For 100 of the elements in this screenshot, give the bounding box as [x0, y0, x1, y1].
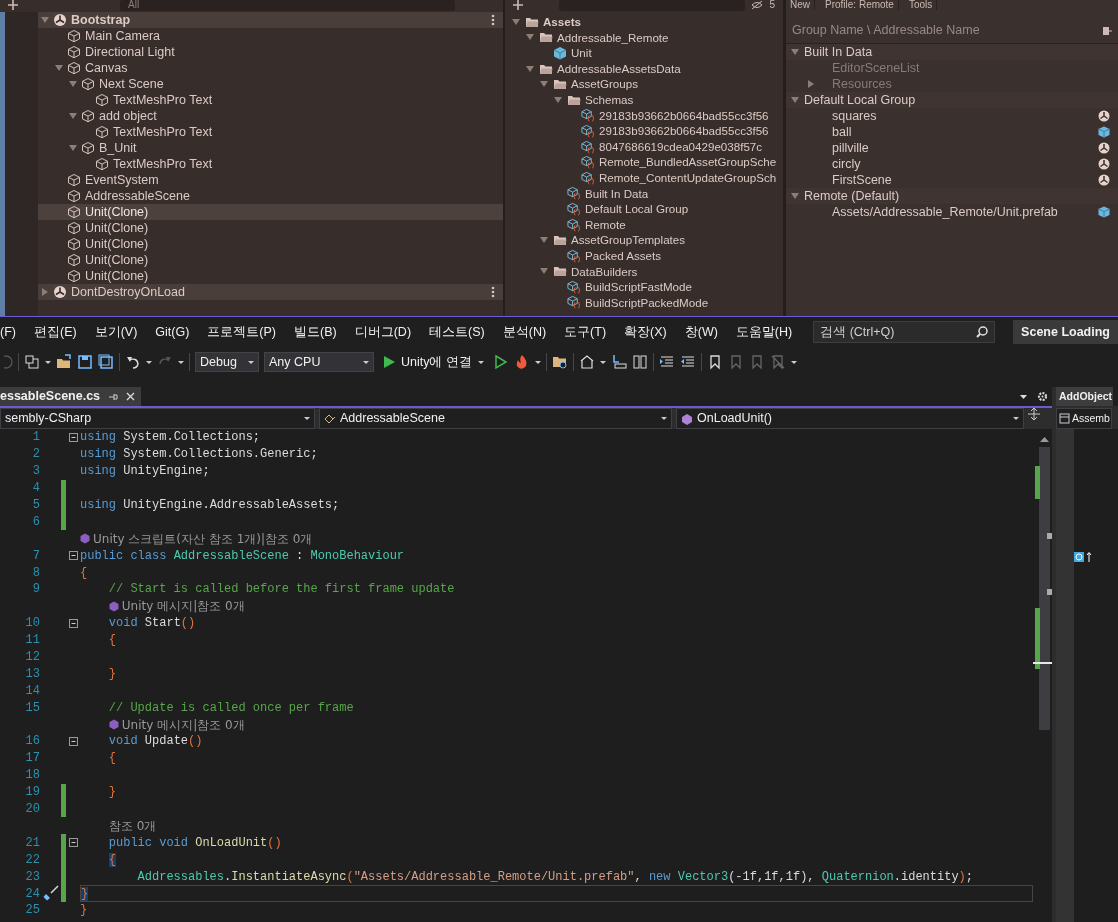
hierarchy-item[interactable]: Unit(Clone) [38, 236, 503, 252]
file-tab[interactable]: AddObject [1056, 387, 1114, 406]
new-item-icon[interactable] [24, 354, 40, 370]
collapse-icon[interactable] [68, 551, 78, 561]
scene-loading-button[interactable]: Scene Loading [1013, 320, 1118, 344]
caret-icon[interactable] [178, 360, 184, 364]
asset-label[interactable]: Packed Assets [585, 247, 662, 265]
menu-item[interactable]: 확장(X) [615, 322, 676, 342]
brush-icon[interactable] [42, 885, 59, 902]
outdent-icon[interactable] [679, 354, 696, 370]
expand-arrow-icon[interactable] [525, 63, 535, 74]
configuration-dropdown[interactable]: Debug [195, 352, 259, 372]
caret-icon[interactable] [45, 360, 51, 364]
play-outline-icon[interactable] [492, 354, 509, 370]
expand-arrow-icon[interactable] [553, 94, 563, 105]
save-all-icon[interactable] [98, 354, 114, 370]
navigation-dropdown[interactable]: sembly-CSharp [0, 408, 315, 429]
hierarchy-item[interactable]: Unit(Clone) [38, 220, 503, 236]
menu-item[interactable]: 테스트(S) [420, 322, 494, 342]
hierarchy-item[interactable]: Canvas [38, 60, 503, 76]
caret-icon[interactable] [599, 360, 606, 364]
menu-item[interactable]: (F) [0, 322, 25, 342]
menu-item[interactable]: 프로젝트(P) [198, 322, 285, 342]
split-icon[interactable] [1028, 408, 1040, 420]
expand-arrow-icon[interactable] [511, 16, 521, 27]
save-icon[interactable] [77, 354, 93, 370]
asset-label[interactable]: Default Local Group [585, 200, 689, 218]
scene-header-row[interactable]: Bootstrap [38, 12, 503, 28]
menu-item[interactable]: 도움말(H) [726, 322, 802, 342]
expand-arrow-icon[interactable] [790, 191, 800, 201]
hierarchy-item[interactable]: TextMeshPro Text [38, 156, 503, 172]
hierarchy-item[interactable]: EventSystem [38, 172, 503, 188]
hierarchy-item[interactable]: Unit(Clone) [38, 252, 503, 268]
expand-arrow-icon[interactable] [790, 95, 800, 105]
menu-item[interactable]: 편집(E) [24, 322, 86, 342]
codelens-icon[interactable] [1074, 551, 1094, 563]
navigation-dropdown[interactable]: Assemb [1056, 408, 1112, 429]
menu-item[interactable]: 빌드(B) [285, 322, 346, 342]
entry-name[interactable]: Assets/Addressable_Remote/Unit.prefab [832, 202, 1058, 222]
asset-label[interactable]: Remote_ContentUpdateGroupSch [599, 169, 777, 187]
column-options-icon[interactable] [1102, 25, 1112, 36]
hierarchy-item[interactable]: Unit(Clone) [38, 204, 503, 220]
codelens-text[interactable]: Unity 스크립트(자산 참조 1개)|참조 0개 [93, 529, 313, 548]
more-options-icon[interactable] [491, 14, 495, 26]
codelens-text[interactable]: Unity 메시지|참조 0개 [121, 715, 245, 734]
codelens-text[interactable]: Unity 메시지|참조 0개 [121, 597, 245, 616]
hierarchy-item[interactable]: Main Camera [38, 28, 503, 44]
search-field[interactable]: 검색 (Ctrl+Q) [813, 321, 996, 343]
expand-arrow-icon[interactable] [790, 47, 800, 57]
toolbar-dropdown[interactable]: New [786, 0, 815, 10]
platform-dropdown[interactable]: Any CPU [264, 352, 374, 372]
hierarchy-item[interactable]: B_Unit [38, 140, 503, 156]
eye-slash-icon[interactable] [751, 0, 764, 10]
asset-label[interactable]: Addressable_Remote [557, 28, 669, 47]
asset-label[interactable]: DataBuilders [571, 262, 638, 280]
settings-icon[interactable] [1037, 391, 1048, 402]
caret-icon[interactable] [146, 360, 152, 364]
expand-arrow-icon[interactable] [68, 111, 78, 121]
collapse-icon[interactable] [68, 432, 78, 442]
expand-arrow-icon[interactable] [68, 79, 78, 89]
menu-item[interactable]: 디버그(D) [345, 322, 421, 342]
asset-label[interactable]: BuildScriptPackedMode [585, 293, 709, 312]
undo-icon[interactable] [125, 354, 141, 370]
hierarchy-item[interactable]: TextMeshPro Text [38, 92, 503, 108]
step-icon[interactable] [610, 354, 627, 370]
asset-label[interactable]: Remote_BundledAssetGroupSche [599, 153, 777, 171]
add-icon[interactable] [8, 0, 18, 10]
add-icon[interactable] [513, 0, 523, 10]
hierarchy-item[interactable]: Next Scene [38, 76, 503, 92]
caret-icon[interactable] [534, 360, 541, 364]
more-options-icon[interactable] [491, 286, 495, 298]
folder-search-icon[interactable] [551, 354, 568, 370]
collapse-arrow-icon[interactable] [40, 287, 50, 297]
scroll-up-icon[interactable] [1040, 437, 1049, 442]
asset-label[interactable]: Remote [585, 215, 626, 234]
menu-item[interactable]: 분석(N) [493, 322, 556, 342]
asset-label[interactable]: AssetGroupTemplates [571, 231, 686, 249]
scrollbar[interactable] [1039, 447, 1050, 730]
asset-label[interactable]: AssetGroups [571, 75, 638, 93]
asset-label[interactable]: 8047686619cdea0429e038f57c [599, 137, 763, 156]
indent-icon[interactable] [658, 354, 675, 370]
columns-icon[interactable] [631, 354, 648, 370]
toolbar-dropdown[interactable]: Profile: Remote [821, 0, 899, 10]
menu-item[interactable]: Git(G) [146, 322, 199, 342]
expand-arrow-icon[interactable] [40, 15, 50, 25]
tab-list-icon[interactable] [1020, 394, 1027, 399]
navigation-dropdown[interactable]: AddressableScene [319, 408, 672, 429]
file-tab[interactable]: essableScene.cs [0, 387, 142, 406]
asset-label[interactable]: 29183b93662b0664bad55cc3f56 [599, 106, 769, 125]
toolbar-dropdown[interactable]: Tools [904, 0, 938, 10]
open-folder-icon[interactable] [56, 354, 72, 370]
expand-arrow-icon[interactable] [54, 63, 64, 73]
navigation-dropdown[interactable]: OnLoadUnit() [676, 408, 1024, 429]
menu-item[interactable]: 보기(V) [85, 322, 147, 342]
asset-label[interactable]: BuildScriptFastMode [585, 278, 692, 296]
asset-label[interactable]: Assets [543, 13, 582, 31]
search-field[interactable]: All [120, 0, 455, 11]
caret-icon[interactable] [790, 360, 797, 364]
asset-label[interactable]: AddressableAssetsData [557, 59, 681, 78]
asset-label[interactable]: Schemas [585, 91, 634, 109]
